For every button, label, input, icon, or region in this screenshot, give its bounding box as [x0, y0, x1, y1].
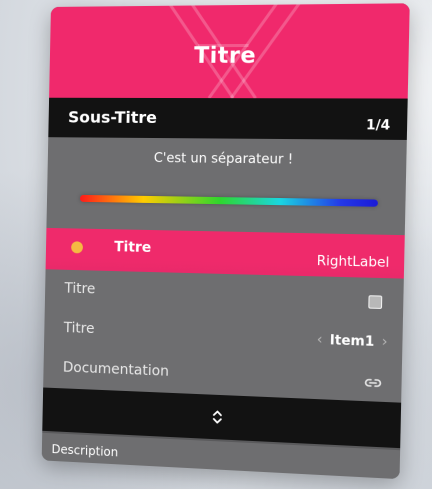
chevron-left-icon[interactable]: ‹ [317, 332, 323, 349]
chevron-right-icon[interactable]: › [382, 334, 388, 351]
chevron-up-down-icon [211, 409, 223, 426]
menu-title: Titre [50, 43, 409, 69]
separator-label: C'est un séparateur ! [48, 150, 407, 169]
rainbow-color-bar [80, 195, 378, 207]
subtitle-bar: Sous-Titre 1/4 [48, 98, 407, 140]
menu-item-label: Titre [64, 320, 95, 337]
item-counter: 1/4 [366, 118, 390, 134]
menu-subtitle: Sous-Titre [68, 108, 157, 127]
menu-item-right-label: RightLabel [317, 254, 390, 271]
list-selector[interactable]: ‹ Item1 › [317, 332, 388, 351]
menu-header: Titre [49, 3, 410, 98]
menu-item-label: Documentation [63, 360, 169, 380]
menu-item-label: Titre [64, 281, 95, 298]
link-icon [363, 376, 382, 389]
list-value: Item1 [330, 333, 375, 350]
description-text: Description [51, 442, 118, 459]
menu-item-label: Titre [114, 239, 151, 256]
status-dot-icon [71, 241, 83, 253]
native-menu: Titre Sous-Titre 1/4 C'est un séparateur… [42, 3, 410, 479]
checkbox[interactable] [368, 295, 382, 309]
separator-item: C'est un séparateur ! [46, 137, 406, 235]
